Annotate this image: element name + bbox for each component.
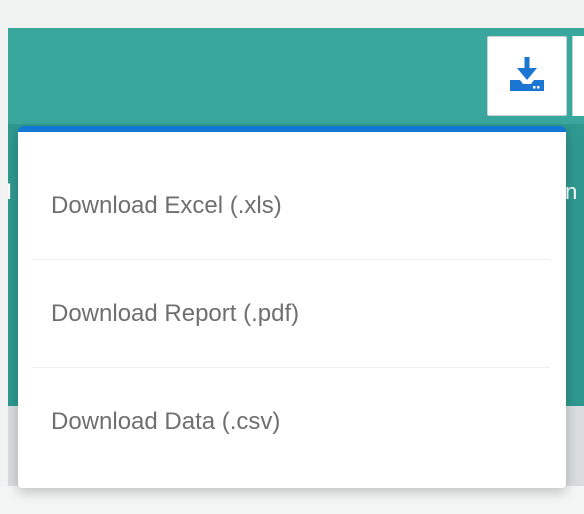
column-header-fragment-left: I	[6, 179, 13, 204]
download-tray-icon	[507, 54, 547, 99]
menu-item-download-report[interactable]: Download Report (.pdf)	[18, 260, 566, 368]
adjacent-toolbar-button[interactable]	[572, 36, 584, 116]
left-margin	[0, 28, 8, 486]
download-dropdown-menu: Download Excel (.xls) Download Report (.…	[18, 126, 566, 488]
menu-item-download-excel[interactable]: Download Excel (.xls)	[18, 152, 566, 260]
column-header-fragment-right: n	[565, 179, 578, 204]
page: I n Download Excel (.xls) Download Repor…	[0, 0, 584, 514]
download-button[interactable]	[487, 36, 567, 116]
page-footer-strip	[0, 486, 584, 514]
menu-item-download-data[interactable]: Download Data (.csv)	[18, 368, 566, 476]
